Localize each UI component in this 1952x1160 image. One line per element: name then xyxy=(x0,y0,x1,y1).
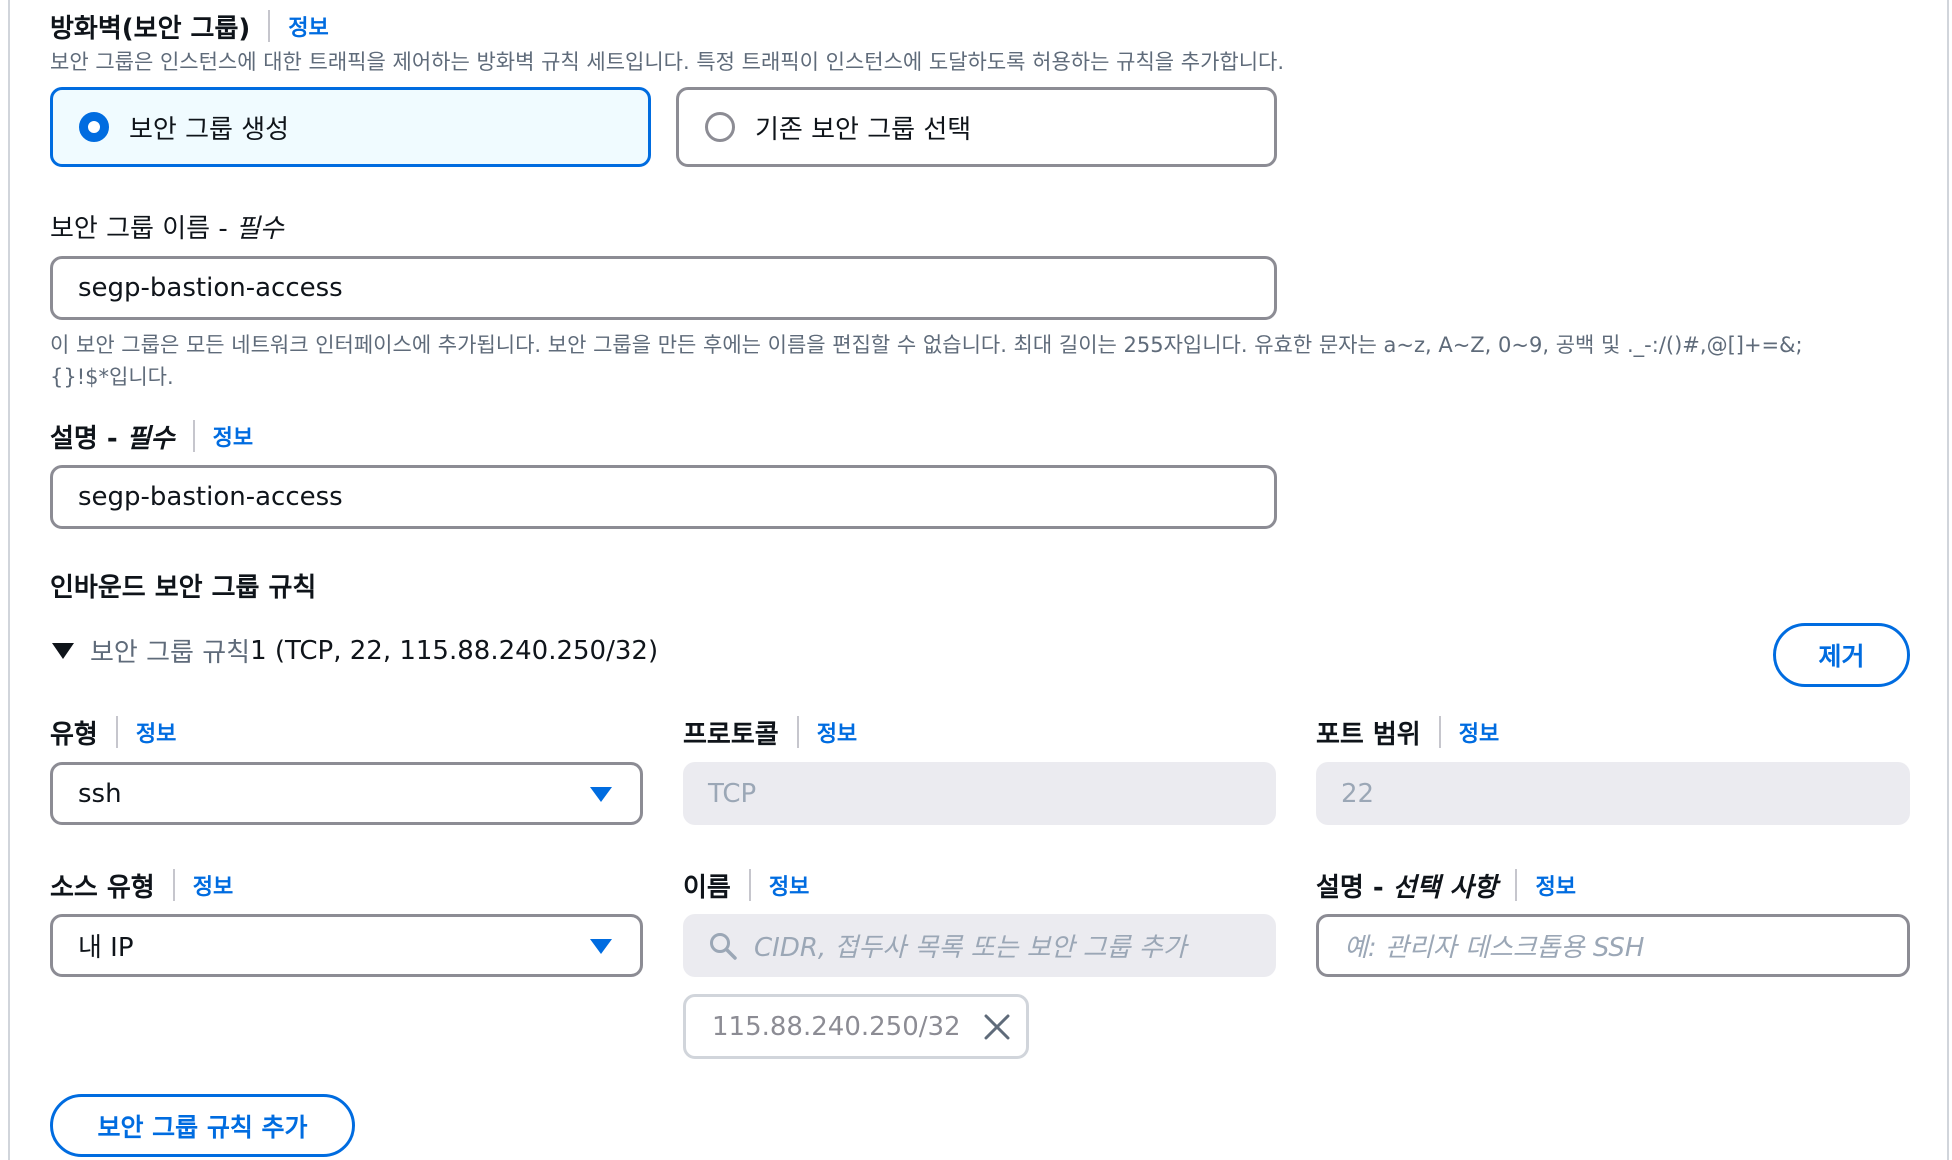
add-rule-button[interactable]: 보안 그룹 규칙 추가 xyxy=(50,1094,355,1157)
radio-unselected-icon[interactable] xyxy=(705,112,735,142)
firewall-description: 보안 그룹은 인스턴스에 대한 트래픽을 제어하는 방화벽 규칙 세트입니다. … xyxy=(50,50,1285,74)
page-border-left xyxy=(8,0,10,1160)
rule-description-placeholder: 예: 관리자 데스크톱용 SSH xyxy=(1344,933,1645,963)
divider xyxy=(1515,869,1518,901)
name-heading: 이름 정보 xyxy=(683,867,809,903)
cidr-token: 115.88.240.250/32 xyxy=(683,994,1029,1059)
type-select-value: ssh xyxy=(78,778,122,809)
sg-name-help: 이 보안 그룹은 모든 네트워크 인터페이스에 추가됩니다. 보안 그룹을 만든… xyxy=(50,329,1930,393)
sg-name-value: segp-bastion-access xyxy=(78,273,343,303)
sg-desc-label: 설명 - 필수 xyxy=(50,423,175,454)
dropdown-caret-icon xyxy=(590,938,612,954)
rule-detail: 1 (TCP, 22, 115.88.240.250/32) xyxy=(250,635,659,666)
caret-down-icon[interactable] xyxy=(52,642,74,659)
sg-desc-info-link[interactable]: 정보 xyxy=(213,420,253,452)
protocol-value: TCP xyxy=(708,778,757,809)
name-info-link[interactable]: 정보 xyxy=(769,869,809,901)
firewall-title: 방화벽(보안 그룹) xyxy=(50,13,251,44)
sg-name-help-line1: 이 보안 그룹은 모든 네트워크 인터페이스에 추가됩니다. 보안 그룹을 만든… xyxy=(50,333,1803,357)
cidr-token-value: 115.88.240.250/32 xyxy=(712,1011,961,1042)
port-range-label: 포트 범위 xyxy=(1316,719,1421,750)
protocol-heading: 프로토콜 정보 xyxy=(683,714,857,750)
source-type-select[interactable]: 내 IP xyxy=(50,914,643,977)
name-search-input[interactable]: CIDR, 접두사 목록 또는 보안 그룹 추가 xyxy=(683,914,1276,977)
rule-prefix: 보안 그룹 규칙 xyxy=(90,638,251,668)
sg-name-label: 보안 그룹 이름 - 필수 xyxy=(50,208,284,245)
protocol-label: 프로토콜 xyxy=(683,719,779,750)
sg-desc-heading: 설명 - 필수 정보 xyxy=(50,418,253,454)
rule-description-heading: 설명 - 선택 사항 정보 xyxy=(1316,867,1576,903)
divider xyxy=(268,10,271,42)
port-range-value: 22 xyxy=(1341,778,1375,809)
firewall-heading: 방화벽(보안 그룹) 정보 xyxy=(50,8,329,44)
close-icon[interactable] xyxy=(983,1013,1011,1041)
source-type-label: 소스 유형 xyxy=(50,872,155,903)
type-label: 유형 xyxy=(50,719,98,750)
source-type-info-link[interactable]: 정보 xyxy=(193,869,233,901)
search-icon xyxy=(710,932,737,960)
rule-description-input[interactable]: 예: 관리자 데스크톱용 SSH xyxy=(1316,914,1910,977)
rule-description-info-link[interactable]: 정보 xyxy=(1535,869,1575,901)
sg-name-help-line2: {}!$*입니다. xyxy=(50,365,174,389)
required-marker: 필수 xyxy=(235,214,284,244)
divider xyxy=(115,716,118,748)
divider xyxy=(192,420,195,452)
type-info-link[interactable]: 정보 xyxy=(136,716,176,748)
sg-description-input[interactable]: segp-bastion-access xyxy=(50,465,1277,529)
rule-expander[interactable]: 보안 그룹 규칙 1 (TCP, 22, 115.88.240.250/32) xyxy=(52,632,658,669)
dropdown-caret-icon xyxy=(590,786,612,802)
port-range-heading: 포트 범위 정보 xyxy=(1316,714,1499,750)
source-type-heading: 소스 유형 정보 xyxy=(50,867,233,903)
divider xyxy=(796,716,799,748)
sg-name-label-text: 보안 그룹 이름 - xyxy=(50,214,236,244)
source-type-value: 내 IP xyxy=(78,933,134,963)
type-heading: 유형 정보 xyxy=(50,714,176,750)
firewall-info-link[interactable]: 정보 xyxy=(288,10,328,42)
create-security-group-label: 보안 그룹 생성 xyxy=(129,114,290,145)
sg-description-value: segp-bastion-access xyxy=(78,482,343,512)
divider xyxy=(748,869,751,901)
name-search-placeholder: CIDR, 접두사 목록 또는 보안 그룹 추가 xyxy=(754,933,1187,963)
inbound-rules-title: 인바운드 보안 그룹 규칙 xyxy=(50,573,317,603)
protocol-field: TCP xyxy=(683,762,1276,825)
select-existing-security-group-option[interactable]: 기존 보안 그룹 선택 xyxy=(676,87,1277,167)
create-security-group-option[interactable]: 보안 그룹 생성 xyxy=(50,87,651,167)
select-existing-security-group-label: 기존 보안 그룹 선택 xyxy=(755,114,972,145)
port-range-field: 22 xyxy=(1316,762,1910,825)
rule-description-label: 설명 - 선택 사항 xyxy=(1316,872,1498,903)
divider xyxy=(1438,716,1441,748)
remove-rule-button[interactable]: 제거 xyxy=(1773,623,1910,687)
page-border-right xyxy=(1947,0,1949,1160)
protocol-info-link[interactable]: 정보 xyxy=(817,716,857,748)
type-select[interactable]: ssh xyxy=(50,762,643,825)
sg-name-input[interactable]: segp-bastion-access xyxy=(50,256,1277,320)
radio-selected-icon[interactable] xyxy=(79,112,109,142)
port-range-info-link[interactable]: 정보 xyxy=(1459,716,1499,748)
divider xyxy=(172,869,175,901)
name-label: 이름 xyxy=(683,872,731,903)
